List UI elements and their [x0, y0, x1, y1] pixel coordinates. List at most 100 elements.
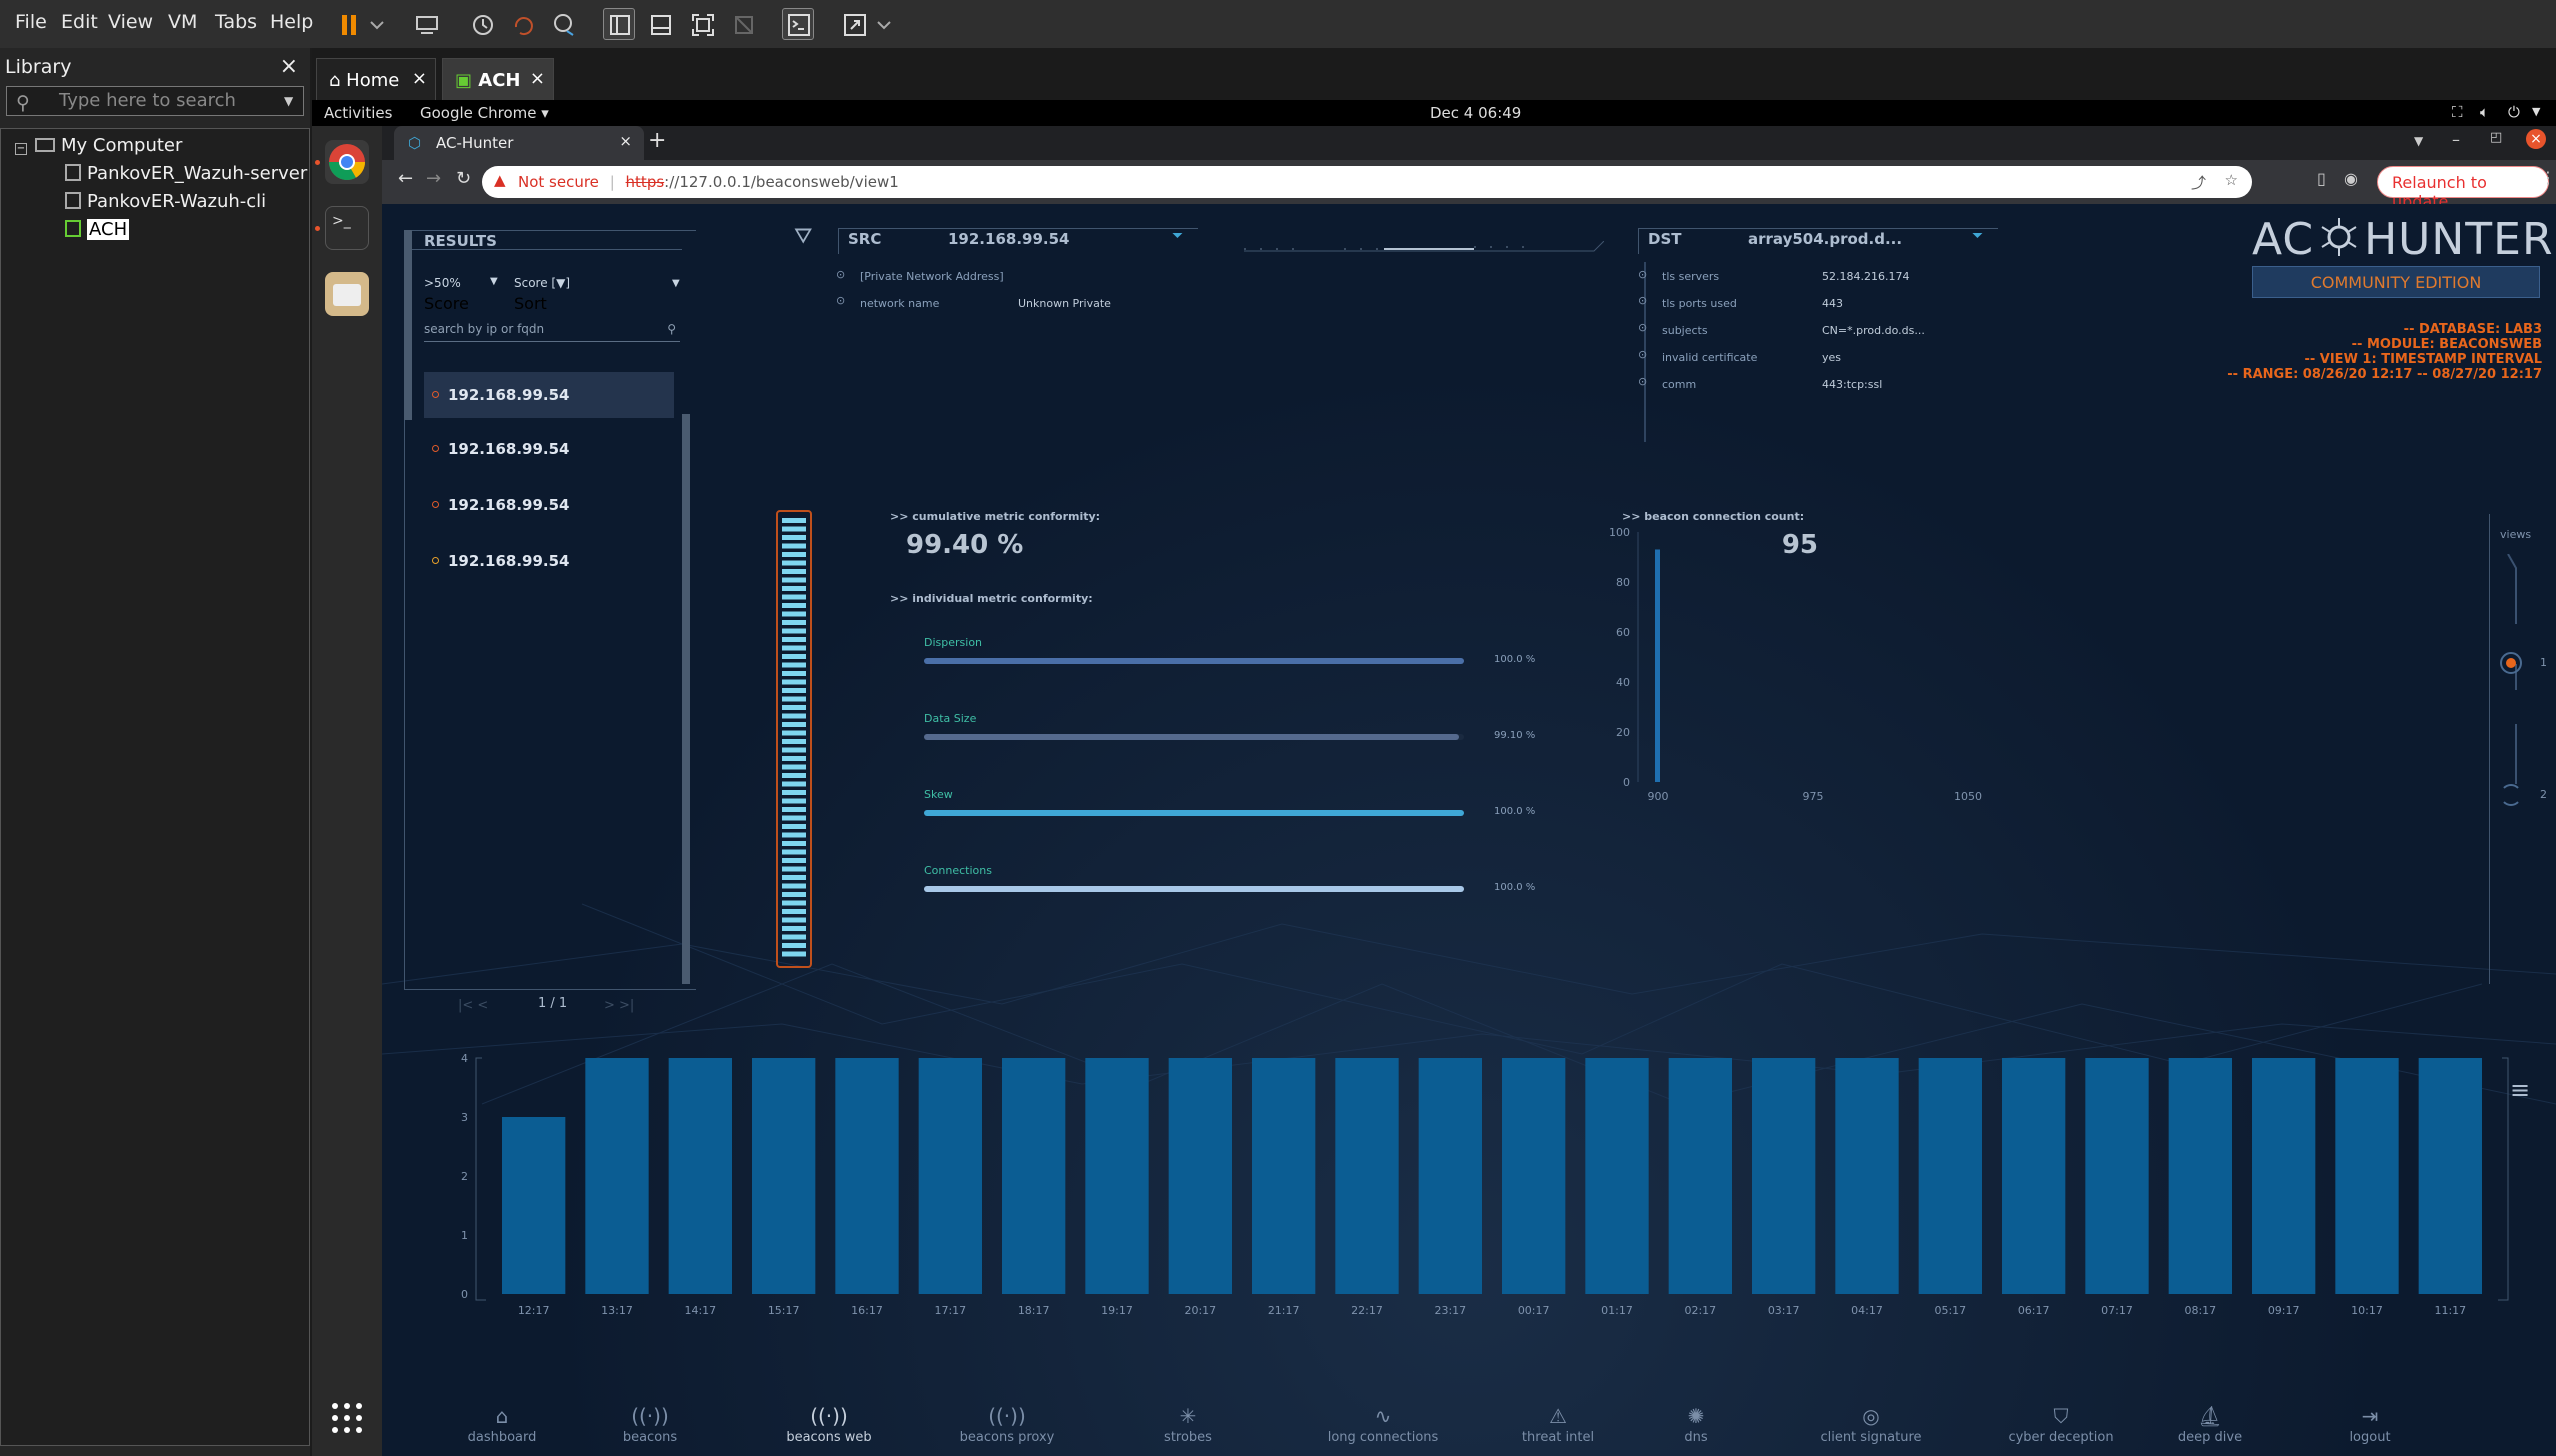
hour-bar[interactable] — [1918, 1058, 1982, 1294]
hour-bar[interactable] — [1252, 1058, 1316, 1294]
results-scrollbar[interactable] — [682, 414, 690, 984]
unity-icon[interactable] — [727, 8, 759, 40]
chrome-icon[interactable] — [325, 140, 369, 184]
tree-node-my-computer[interactable]: − My Computer — [15, 135, 182, 156]
menu-vm[interactable]: VM — [168, 11, 197, 33]
close-icon[interactable]: × — [412, 68, 427, 89]
hour-bar[interactable] — [2168, 1058, 2232, 1294]
hour-bar[interactable] — [668, 1058, 732, 1294]
result-item[interactable]: 192.168.99.54 — [424, 482, 674, 528]
filter-icon[interactable]: ⛛ — [794, 224, 812, 249]
reload-icon[interactable]: ↻ — [456, 168, 471, 189]
bookmark-icon[interactable]: ☆ — [2225, 171, 2238, 189]
hour-bar[interactable] — [918, 1058, 982, 1294]
filter-icon[interactable]: ⏷ — [1972, 228, 1983, 244]
close-window-icon[interactable]: × — [2526, 129, 2546, 149]
nav-threat-intel[interactable]: ⚠ threat intel — [1498, 1404, 1618, 1445]
hour-bar[interactable] — [585, 1058, 649, 1294]
library-search-input[interactable]: Type here to search — [6, 86, 304, 116]
console-view-icon[interactable] — [782, 8, 814, 40]
pager-first-icon[interactable]: |< < — [458, 998, 488, 1013]
thumbnail-bar-icon[interactable] — [644, 8, 676, 40]
results-search-input[interactable]: search by ip or fqdn ⚲ — [424, 322, 680, 342]
terminal-icon[interactable]: >_ — [325, 206, 369, 250]
tree-node-vm[interactable]: PankovER_Wazuh-server — [65, 163, 307, 184]
nav-deep-dive[interactable]: ⛵︎ deep dive — [2150, 1404, 2270, 1445]
filter-icon[interactable]: ⏷ — [1172, 228, 1183, 244]
revert-snapshot-icon[interactable] — [507, 8, 539, 40]
tab-ach[interactable]: ▣ ACH × — [442, 58, 554, 102]
minimize-icon[interactable]: – — [2452, 130, 2460, 149]
library-toggle-icon[interactable] — [603, 8, 635, 40]
power-icon[interactable]: ⏻ — [2508, 103, 2520, 121]
nav-logout[interactable]: ⇥ logout — [2310, 1404, 2430, 1445]
hour-bar[interactable] — [1752, 1058, 1816, 1294]
chevron-down-icon[interactable]: ▼ — [2532, 105, 2540, 118]
view-1-button[interactable] — [2500, 652, 2522, 674]
close-icon[interactable]: × — [280, 54, 298, 79]
hour-bar[interactable] — [835, 1058, 899, 1294]
share-icon[interactable]: ⤴ — [2191, 172, 2206, 193]
hour-bar[interactable] — [1835, 1058, 1899, 1294]
profile-icon[interactable]: ◉ — [2344, 169, 2358, 188]
close-icon[interactable]: × — [619, 132, 632, 150]
app-menu[interactable]: Google Chrome ▾ — [420, 104, 549, 122]
nav-client-signature[interactable]: ◎ client signature — [1796, 1404, 1946, 1445]
nav-long-connections[interactable]: ∿ long connections — [1308, 1404, 1458, 1445]
activities-button[interactable]: Activities — [324, 104, 392, 122]
not-secure-label[interactable]: Not secure — [518, 173, 599, 191]
chevron-down-icon[interactable] — [365, 8, 389, 40]
hour-bar[interactable] — [1168, 1058, 1232, 1294]
forward-icon[interactable]: → — [426, 168, 441, 189]
files-icon[interactable] — [325, 272, 369, 316]
score-filter-select[interactable]: >50% — [424, 276, 461, 290]
menu-icon[interactable]: ⋮ — [2540, 168, 2556, 187]
hour-bar[interactable] — [1085, 1058, 1149, 1294]
clock[interactable]: Dec 4 06:49 — [1430, 104, 1521, 122]
menu-view[interactable]: View — [108, 11, 153, 33]
hour-bar[interactable] — [1668, 1058, 1732, 1294]
menu-edit[interactable]: Edit — [61, 11, 98, 33]
chevron-down-icon[interactable]: ▼ — [490, 276, 498, 287]
side-panel-icon[interactable]: ▯ — [2317, 169, 2326, 188]
result-item[interactable]: 192.168.99.54 — [424, 538, 674, 584]
collapse-icon[interactable]: − — [15, 143, 27, 155]
ac-hunter-logo[interactable]: AC HUNTER — [2252, 214, 2554, 271]
close-icon[interactable]: × — [530, 68, 545, 89]
nav-dashboard[interactable]: ⌂ dashboard — [442, 1404, 562, 1445]
snapshot-manager-icon[interactable] — [548, 8, 580, 40]
hour-bar[interactable] — [2002, 1058, 2066, 1294]
relaunch-button[interactable]: Relaunch to update — [2377, 166, 2549, 211]
browser-tab[interactable]: ⬡ AC-Hunter × — [394, 126, 644, 160]
hour-bar[interactable] — [502, 1117, 566, 1294]
snapshot-icon[interactable] — [466, 8, 498, 40]
address-bar[interactable]: ▲ Not secure | https://127.0.0.1/beacons… — [482, 166, 2252, 198]
nav-dns[interactable]: ✺ dns — [1636, 1404, 1756, 1445]
chevron-down-icon[interactable] — [872, 8, 896, 40]
volume-icon[interactable]: 🔈︎ — [2480, 103, 2489, 121]
pause-icon[interactable] — [332, 8, 364, 40]
hour-bar[interactable] — [1002, 1058, 1066, 1294]
chevron-down-icon[interactable]: ▼ — [672, 278, 680, 289]
back-icon[interactable]: ← — [398, 168, 413, 189]
hour-bar[interactable] — [1502, 1058, 1566, 1294]
show-apps-icon[interactable] — [325, 1396, 369, 1440]
pager-last-icon[interactable]: > >| — [604, 998, 634, 1013]
new-tab-icon[interactable]: + — [648, 128, 666, 153]
menu-tabs[interactable]: Tabs — [215, 11, 257, 33]
hour-bar[interactable] — [1585, 1058, 1649, 1294]
fullscreen-icon[interactable] — [686, 8, 718, 40]
view-2-button[interactable] — [2500, 784, 2522, 806]
tab-home[interactable]: ⌂ Home × — [316, 58, 436, 102]
hour-bar[interactable] — [2085, 1058, 2149, 1294]
hour-bar[interactable] — [2252, 1058, 2316, 1294]
nav-beacons[interactable]: ((·)) beacons — [590, 1404, 710, 1445]
menu-file[interactable]: File — [15, 11, 47, 33]
restore-icon[interactable]: ◰ — [2490, 130, 2502, 145]
hour-bar[interactable] — [2335, 1058, 2399, 1294]
result-item-selected[interactable]: 192.168.99.54 — [424, 372, 674, 418]
tab-search-icon[interactable]: ▼ — [2414, 134, 2423, 148]
hour-bar[interactable] — [1335, 1058, 1399, 1294]
dropdown-arrow-icon[interactable]: ▼ — [284, 94, 293, 108]
hour-bar[interactable] — [2418, 1058, 2482, 1294]
